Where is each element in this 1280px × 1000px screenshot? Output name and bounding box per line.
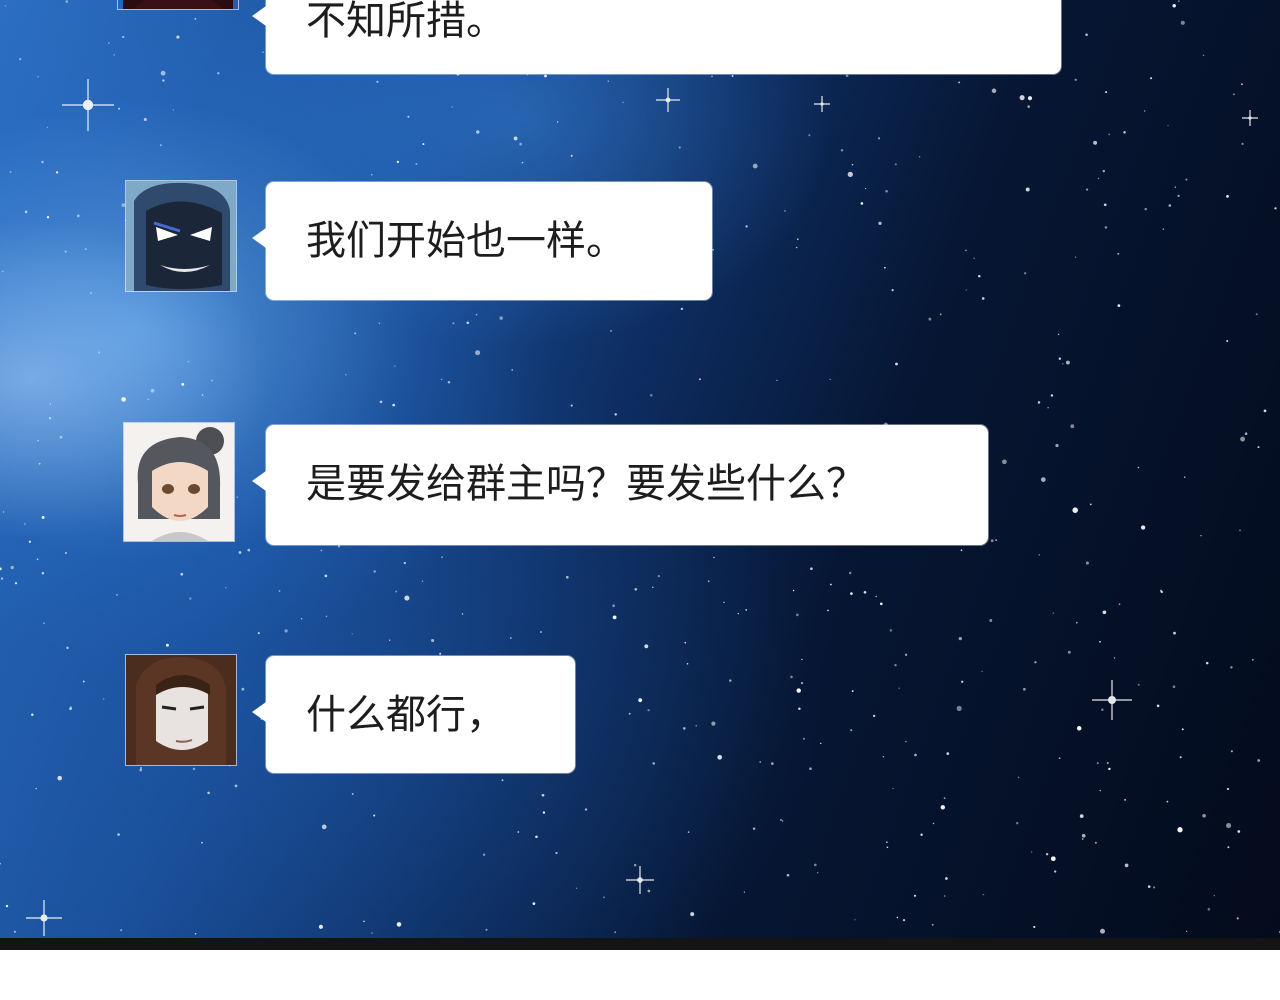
message-bubble[interactable]: 我们开始也一样。: [252, 182, 712, 300]
message-text: 是要发给群主吗？要发些什么？: [306, 461, 866, 507]
avatar-woman-bun-icon: [124, 423, 234, 541]
avatar-long-hair-man-icon: [126, 655, 236, 765]
message-text: 不知所措。: [306, 0, 506, 44]
avatar-masked-man-icon: [126, 181, 236, 291]
message-bubble[interactable]: 什么都行，: [252, 656, 575, 773]
avatar-crimson-icon: [123, 0, 233, 9]
message-text: 我们开始也一样。: [306, 218, 626, 264]
bottom-bar: [0, 938, 1280, 950]
avatar[interactable]: [117, 0, 239, 10]
message-bubble[interactable]: 是要发给群主吗？要发些什么？: [252, 425, 988, 545]
avatar[interactable]: [125, 654, 237, 766]
avatar[interactable]: [123, 422, 235, 542]
message-bubble[interactable]: 不知所措。: [252, 0, 1061, 74]
message-text: 什么都行，: [306, 692, 506, 738]
avatar[interactable]: [125, 180, 237, 292]
